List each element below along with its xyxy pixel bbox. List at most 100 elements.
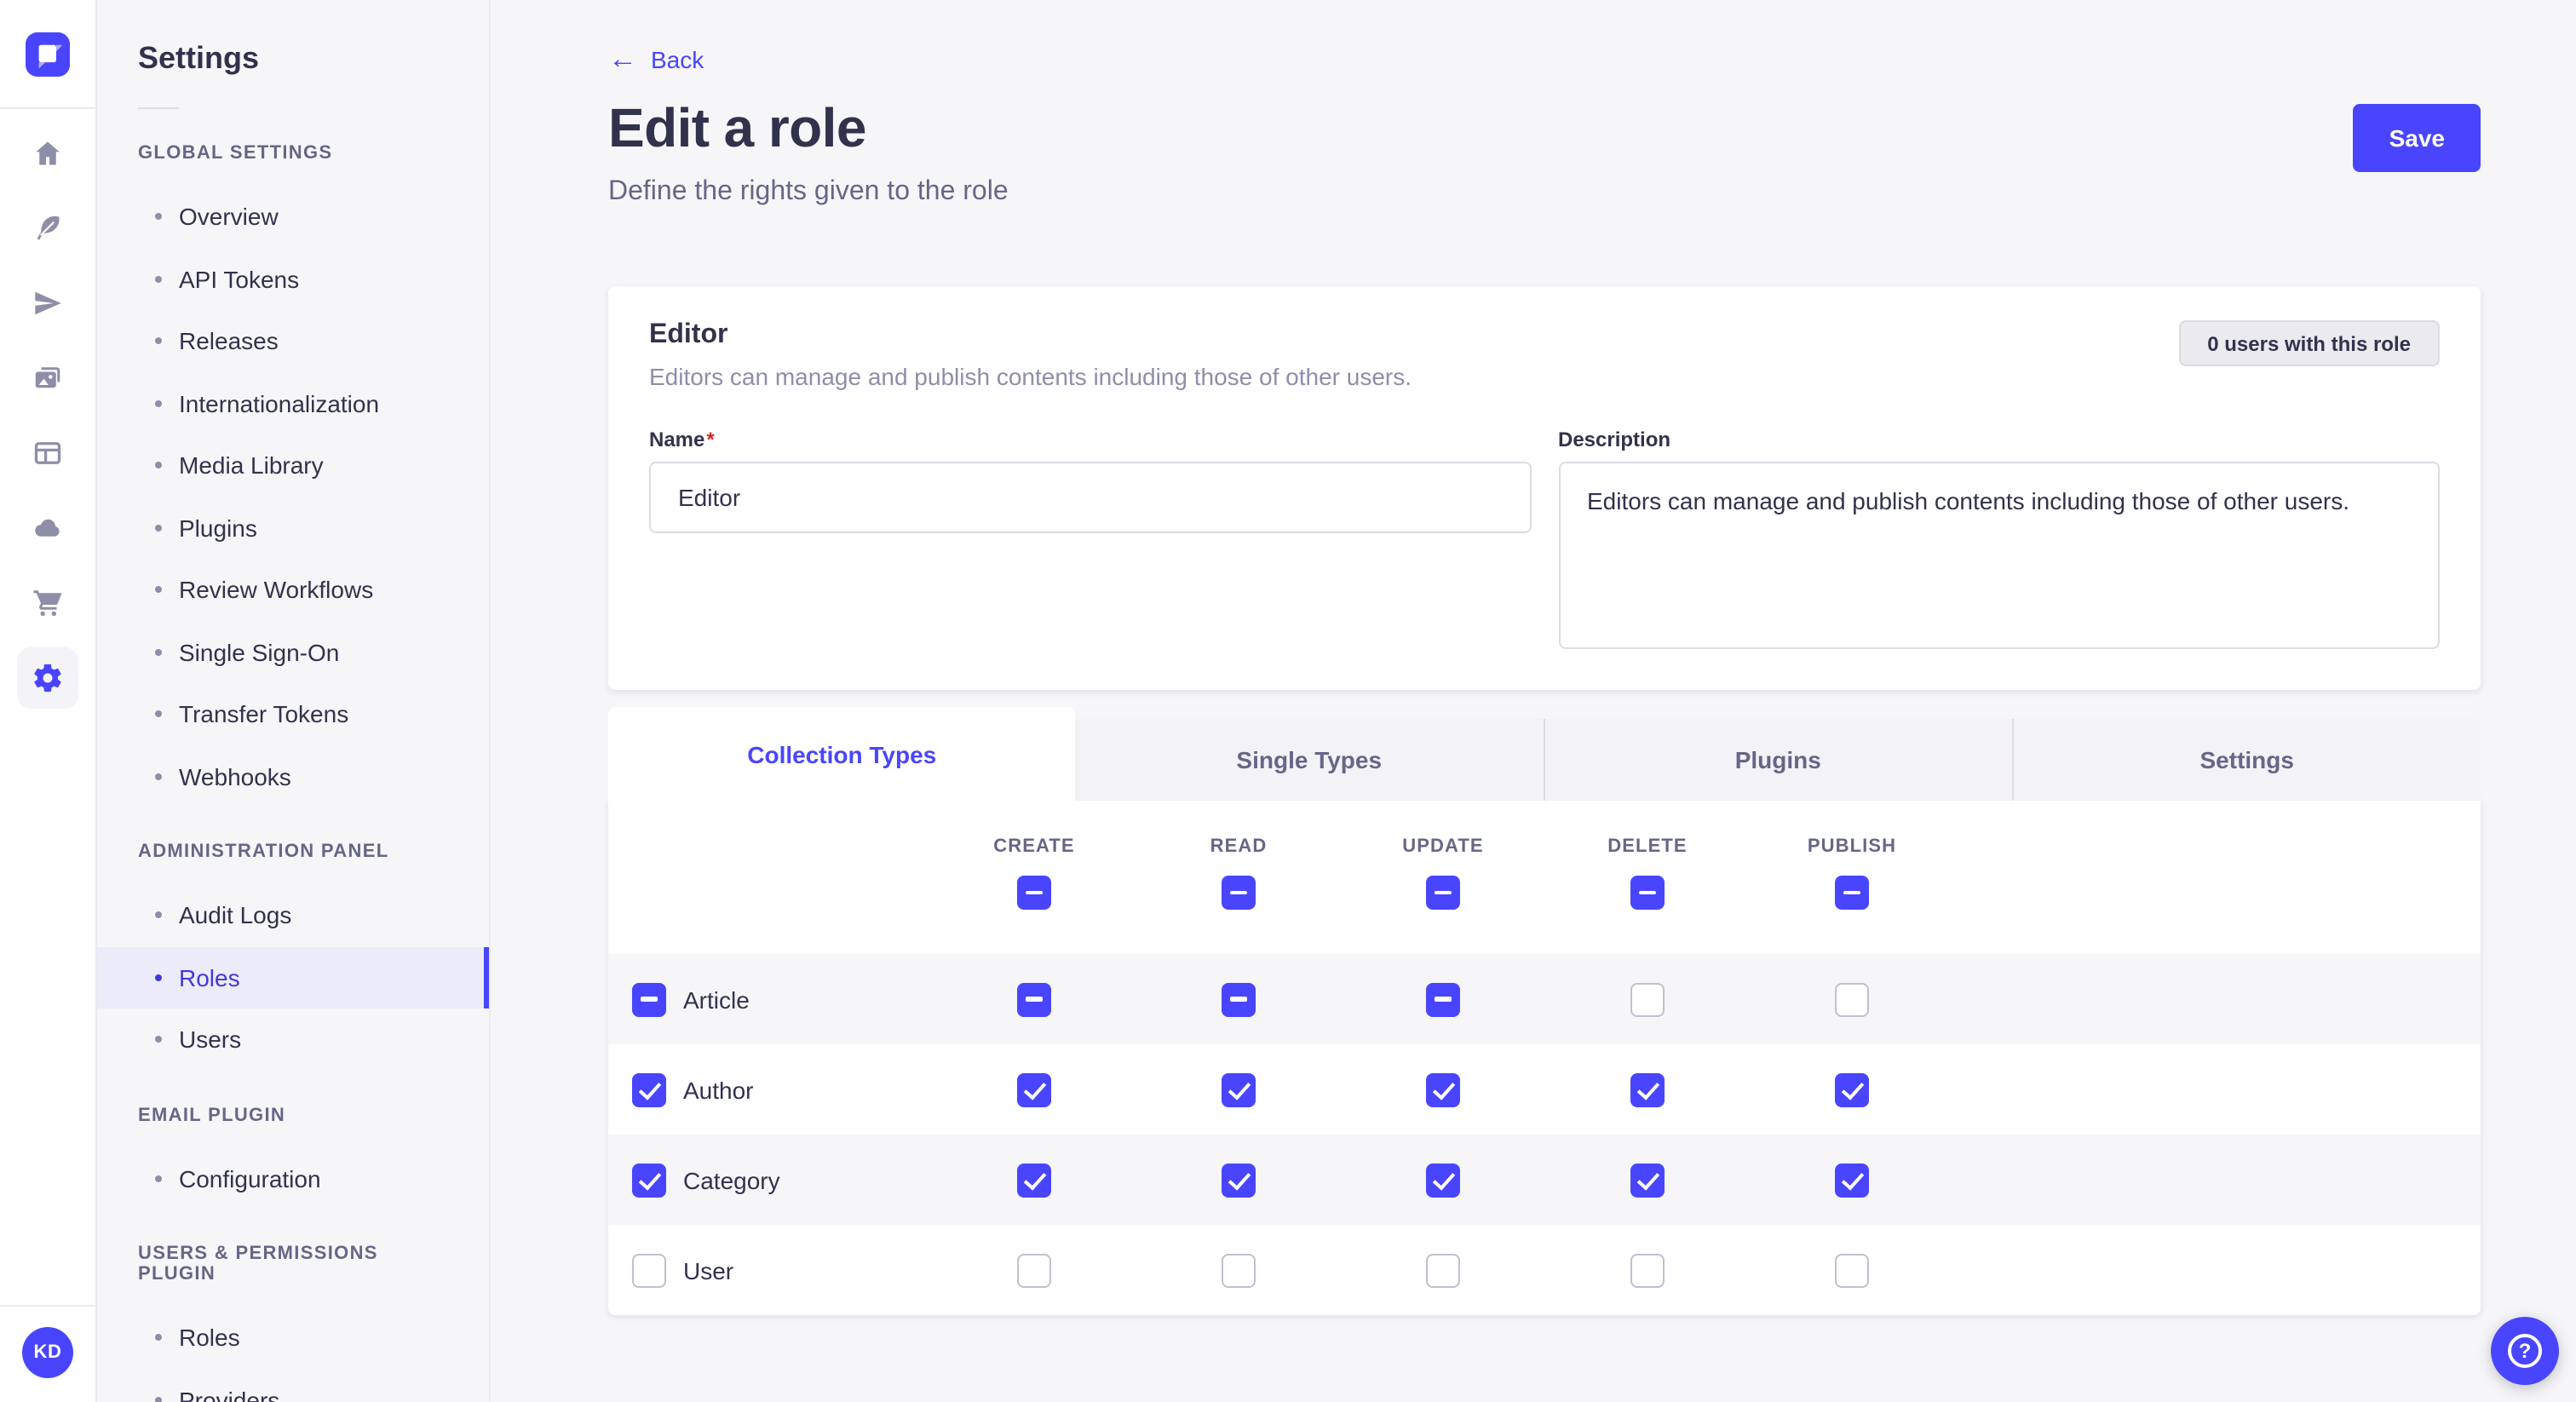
- row-label-author: Author: [683, 1076, 754, 1103]
- rail-button-marketplace[interactable]: [17, 572, 78, 634]
- strapi-logo[interactable]: [26, 32, 70, 76]
- checkbox-article-publish[interactable]: [1835, 982, 1869, 1016]
- sidebar-item-roles-active[interactable]: Roles: [97, 946, 489, 1008]
- bullet-icon: [155, 587, 162, 594]
- rail-nav: [17, 109, 78, 709]
- checkbox-article[interactable]: [632, 982, 666, 1016]
- checkbox-select-all-read[interactable]: [1222, 876, 1256, 910]
- column-header-update: UPDATE: [1402, 836, 1483, 857]
- bullet-icon: [155, 1397, 162, 1402]
- rail-button-content-builder[interactable]: [17, 198, 78, 259]
- checkbox-select-all-delete[interactable]: [1630, 876, 1665, 910]
- bullet-icon: [155, 711, 162, 718]
- checkbox-category-update[interactable]: [1426, 1163, 1460, 1197]
- page-header: Edit a role Define the rights given to t…: [608, 97, 2481, 208]
- sidebar-item-media-library[interactable]: Media Library: [97, 434, 489, 497]
- checkbox-select-all-create[interactable]: [1017, 876, 1051, 910]
- checkbox-author-publish[interactable]: [1835, 1072, 1869, 1106]
- page-title: Edit a role: [608, 97, 1009, 160]
- sidebar-item-internationalization[interactable]: Internationalization: [97, 372, 489, 434]
- sidebar-item-plugins[interactable]: Plugins: [97, 497, 489, 559]
- rail-button-media-library[interactable]: [17, 348, 78, 409]
- sidebar-item-api-tokens[interactable]: API Tokens: [97, 248, 489, 310]
- checkbox-category-publish[interactable]: [1835, 1163, 1869, 1197]
- checkbox-user-update[interactable]: [1426, 1253, 1460, 1287]
- checkbox-category-delete[interactable]: [1630, 1163, 1665, 1197]
- sidebar-item-label: Overview: [179, 204, 279, 231]
- feather-icon: [32, 213, 63, 244]
- checkbox-author[interactable]: [632, 1072, 666, 1106]
- rail-button-cloud[interactable]: [17, 497, 78, 559]
- checkbox-user[interactable]: [632, 1253, 666, 1287]
- sidebar-item-overview[interactable]: Overview: [97, 186, 489, 248]
- checkbox-user-publish[interactable]: [1835, 1253, 1869, 1287]
- rail-button-content-manager[interactable]: [17, 422, 78, 484]
- checkbox-article-read[interactable]: [1222, 982, 1256, 1016]
- help-button[interactable]: ?: [2491, 1317, 2559, 1385]
- name-field-label: Name*: [649, 428, 1531, 451]
- sidebar-item-label: Review Workflows: [179, 577, 373, 604]
- cart-icon: [32, 588, 63, 618]
- role-description-text: Editors can manage and publish contents …: [649, 363, 1412, 390]
- sidebar-title: Settings: [138, 41, 489, 77]
- checkbox-article-create[interactable]: [1017, 982, 1051, 1016]
- back-label: Back: [651, 45, 704, 72]
- sidebar-item-label: Providers: [179, 1387, 279, 1402]
- sidebar-item-label: Plugins: [179, 514, 257, 542]
- checkbox-select-all-update[interactable]: [1426, 876, 1460, 910]
- checkbox-author-update[interactable]: [1426, 1072, 1460, 1106]
- users-with-role-button[interactable]: 0 users with this role: [2178, 320, 2440, 366]
- avatar[interactable]: KD: [22, 1327, 73, 1378]
- sidebar-item-up-roles[interactable]: Roles: [97, 1307, 489, 1369]
- bullet-icon: [155, 463, 162, 469]
- checkbox-author-delete[interactable]: [1630, 1072, 1665, 1106]
- sidebar-item-releases[interactable]: Releases: [97, 310, 489, 372]
- sidebar-item-configuration[interactable]: Configuration: [97, 1147, 489, 1210]
- back-link[interactable]: ← Back: [608, 44, 704, 73]
- checkbox-user-create[interactable]: [1017, 1253, 1051, 1287]
- required-asterisk: *: [706, 428, 714, 451]
- description-textarea[interactable]: Editors can manage and publish contents …: [1558, 462, 2440, 649]
- sidebar-item-webhooks[interactable]: Webhooks: [97, 745, 489, 807]
- checkbox-author-read[interactable]: [1222, 1072, 1256, 1106]
- sidebar-item-providers[interactable]: Providers: [97, 1369, 489, 1402]
- checkbox-author-create[interactable]: [1017, 1072, 1051, 1106]
- rail-button-deploy[interactable]: [17, 273, 78, 334]
- bullet-icon: [155, 400, 162, 407]
- tab-collection-types[interactable]: Collection Types: [608, 707, 1076, 801]
- sidebar-item-label: Media Library: [179, 452, 324, 480]
- sidebar-item-single-sign-on[interactable]: Single Sign-On: [97, 621, 489, 683]
- column-header-read: READ: [1210, 836, 1268, 857]
- checkbox-article-update[interactable]: [1426, 982, 1460, 1016]
- column-header-create: CREATE: [993, 836, 1074, 857]
- checkbox-select-all-publish[interactable]: [1835, 876, 1869, 910]
- bullet-icon: [155, 773, 162, 780]
- sidebar-item-transfer-tokens[interactable]: Transfer Tokens: [97, 683, 489, 745]
- save-button[interactable]: Save: [2354, 104, 2481, 172]
- checkbox-user-read[interactable]: [1222, 1253, 1256, 1287]
- sidebar-item-label: Audit Logs: [179, 902, 291, 929]
- tab-plugins[interactable]: Plugins: [1543, 719, 2012, 801]
- rail-button-home[interactable]: [17, 123, 78, 184]
- tab-single-types[interactable]: Single Types: [1076, 719, 1544, 801]
- permissions-table: CREATE READ UPDATE DELETE PUBLISH Articl…: [608, 801, 2481, 1315]
- tab-settings[interactable]: Settings: [2012, 719, 2481, 801]
- rail-bottom: KD: [0, 1305, 95, 1402]
- checkbox-category-read[interactable]: [1222, 1163, 1256, 1197]
- name-input[interactable]: [649, 462, 1531, 533]
- sidebar-item-review-workflows[interactable]: Review Workflows: [97, 559, 489, 621]
- checkbox-category-create[interactable]: [1017, 1163, 1051, 1197]
- checkbox-category[interactable]: [632, 1163, 666, 1197]
- bullet-icon: [155, 1175, 162, 1182]
- rail-button-settings[interactable]: [17, 647, 78, 709]
- settings-sidebar: Settings GLOBAL SETTINGS Overview API To…: [97, 0, 491, 1402]
- question-mark-icon: ?: [2508, 1334, 2542, 1368]
- sidebar-item-audit-logs[interactable]: Audit Logs: [97, 884, 489, 946]
- bullet-icon: [155, 974, 162, 981]
- checkbox-user-delete[interactable]: [1630, 1253, 1665, 1287]
- checkbox-article-delete[interactable]: [1630, 982, 1665, 1016]
- cloud-icon: [32, 513, 63, 543]
- sidebar-item-users[interactable]: Users: [97, 1008, 489, 1071]
- section-label-users-permissions-plugin: USERS & PERMISSIONS PLUGIN: [138, 1244, 448, 1284]
- table-row-article: Article: [608, 954, 2481, 1044]
